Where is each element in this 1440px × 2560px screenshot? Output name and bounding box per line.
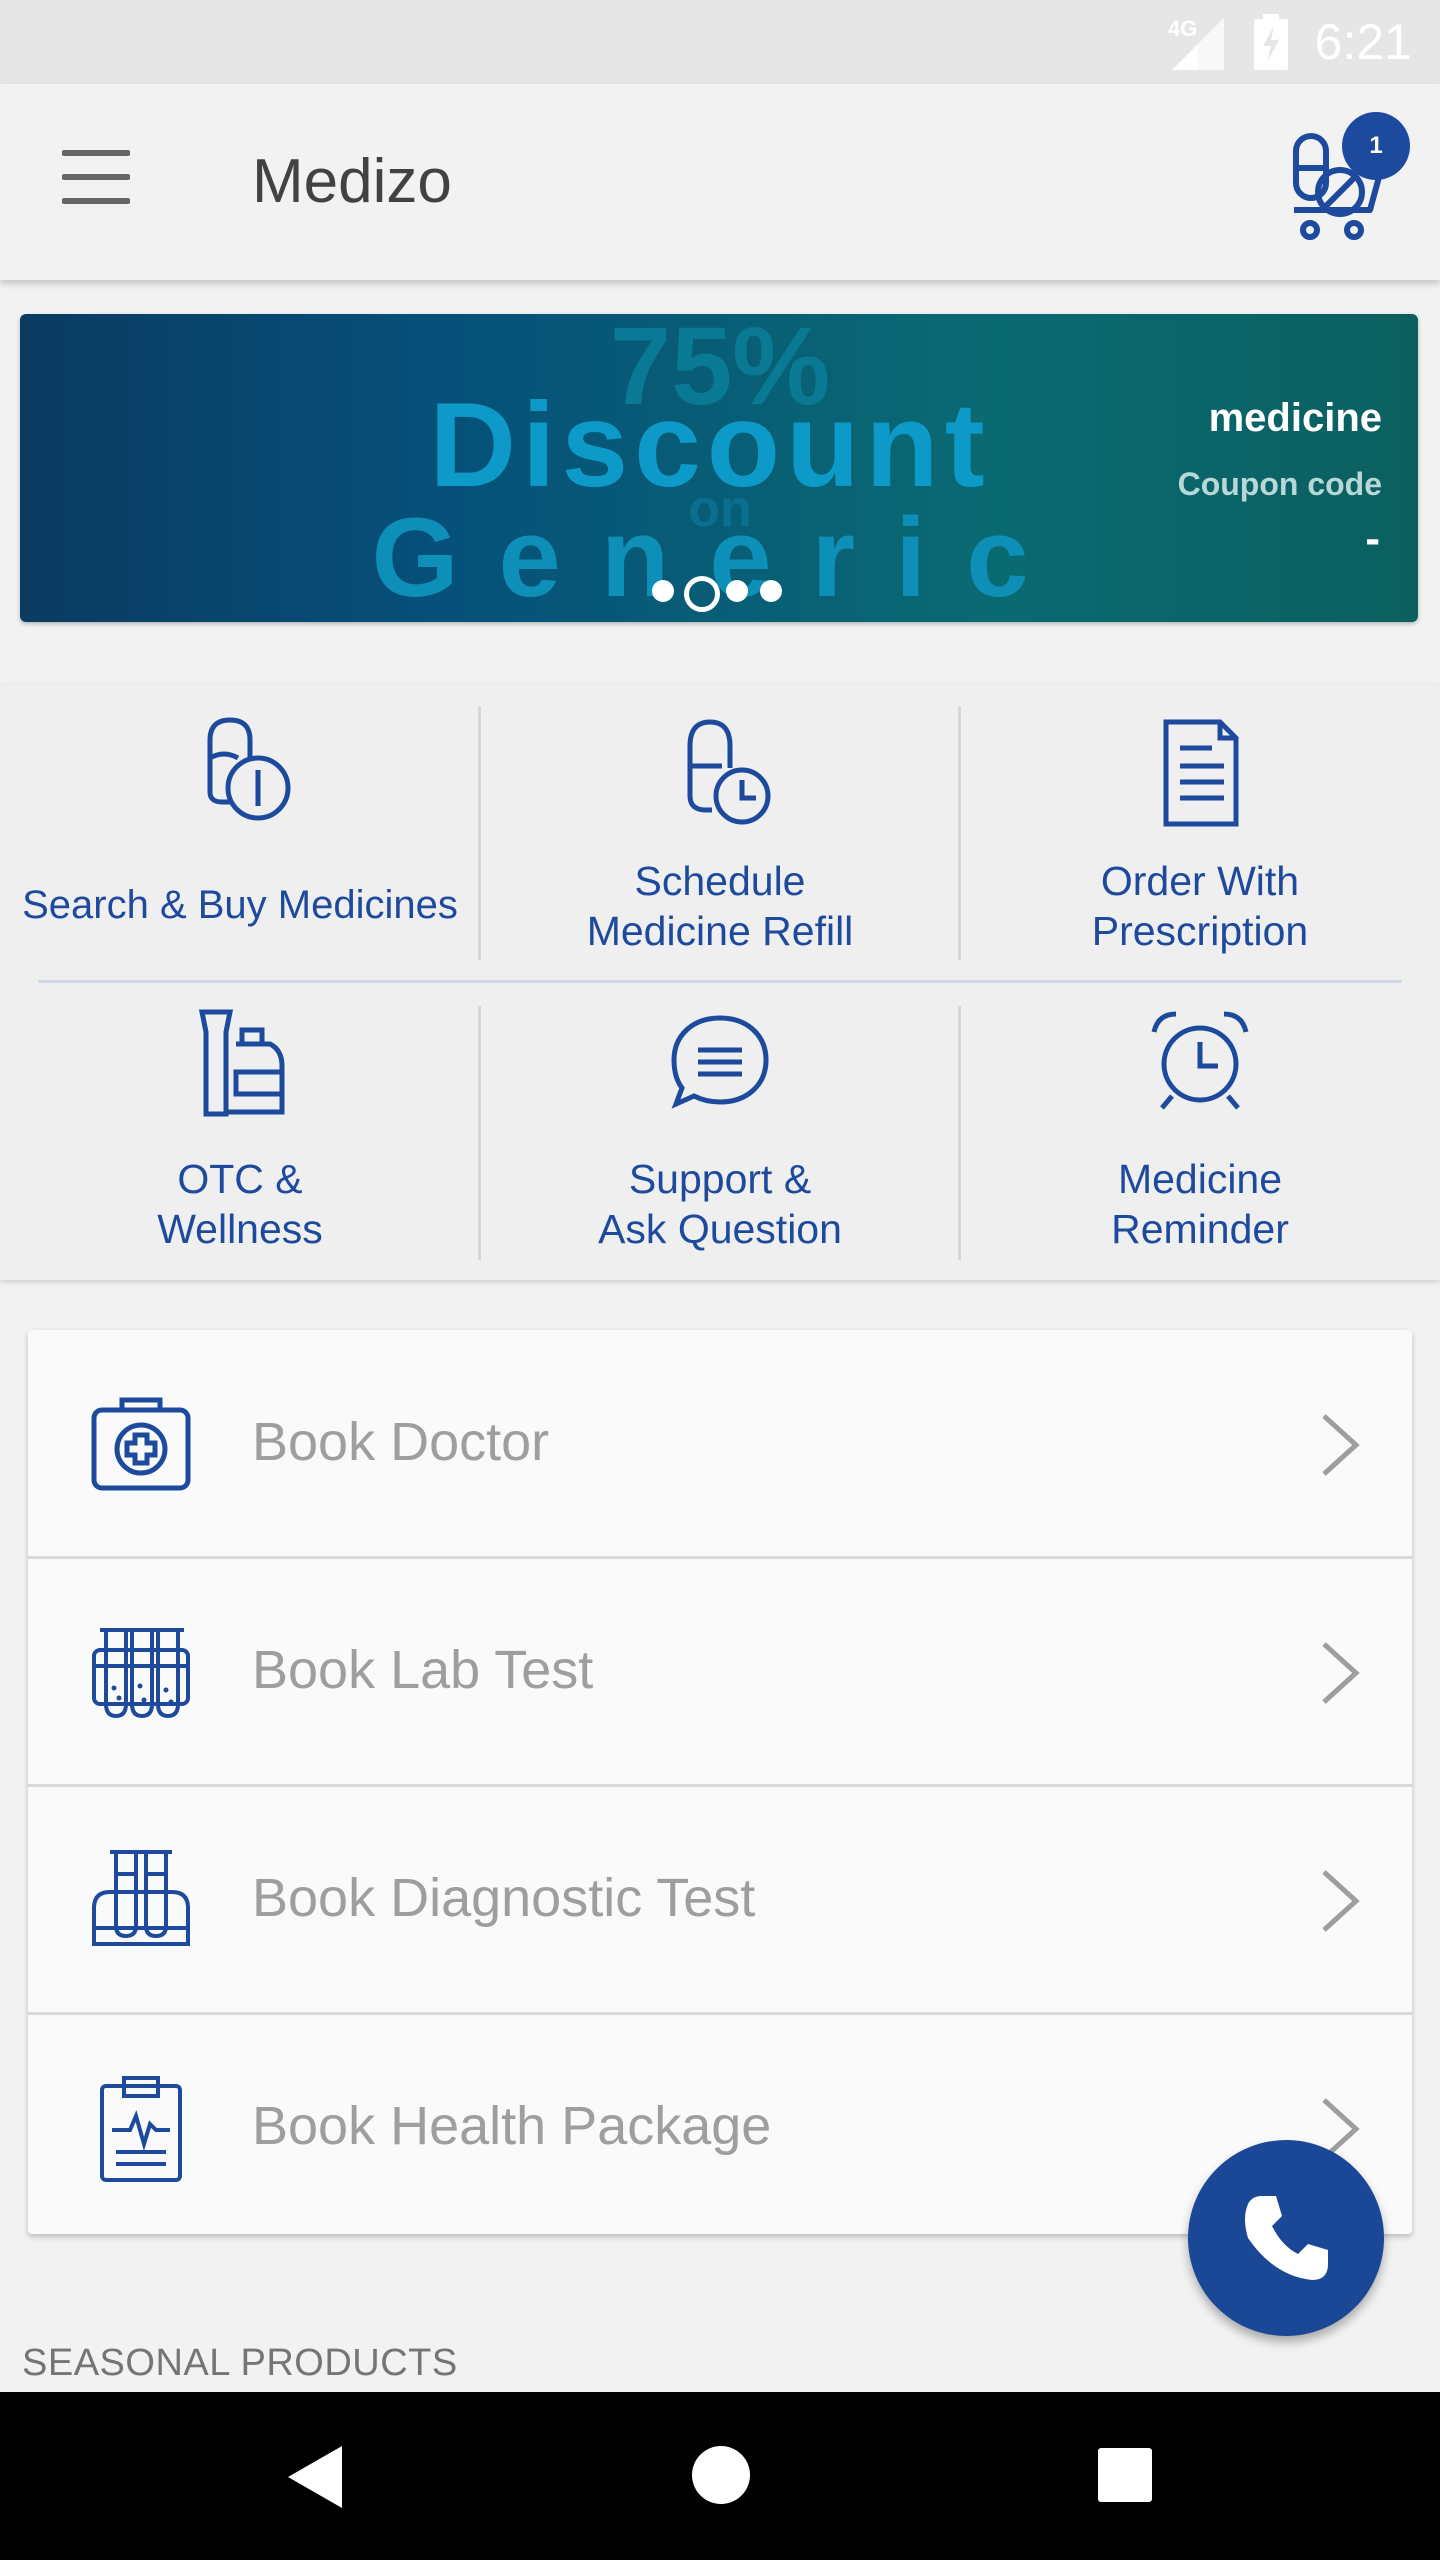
book-diagnostic-test-row[interactable]: Book Diagnostic Test (28, 1786, 1412, 2015)
banner-coupon-label: Coupon code (1177, 466, 1382, 502)
order-prescription-tile[interactable]: Order With Prescription (960, 684, 1440, 982)
chevron-right-icon (1322, 1414, 1360, 1476)
chat-bubble-icon (671, 1015, 769, 1109)
otc-wellness-label-2: Wellness (157, 1206, 323, 1252)
schedule-refill-label-1: Schedule (634, 858, 806, 904)
order-prescription-label-1: Order With (1100, 858, 1300, 904)
network-type: 4G (1168, 16, 1198, 41)
app-title: Medizo (252, 147, 452, 216)
home-icon[interactable] (692, 2446, 750, 2504)
medicine-reminder-label-2: Reminder (1111, 1206, 1289, 1252)
diagnostic-tubes-icon (92, 1850, 190, 1946)
book-diagnostic-test-label: Book Diagnostic Test (252, 1868, 756, 1928)
support-ask-question-label-1: Support & (628, 1156, 812, 1202)
chevron-right-icon (1322, 1870, 1360, 1932)
quick-actions-grid: Search & Buy Medicines Schedule Medicine… (0, 684, 1440, 1280)
test-tubes-icon (92, 1628, 190, 1719)
search-buy-medicines-label: Search & Buy Medicines (22, 883, 458, 927)
seasonal-products-heading: SEASONAL PRODUCTS (22, 2342, 458, 2384)
book-health-package-label: Book Health Package (252, 2096, 772, 2156)
back-icon[interactable] (284, 2444, 344, 2510)
book-doctor-label: Book Doctor (252, 1412, 550, 1472)
prescription-document-icon (1163, 719, 1239, 827)
carousel-dot[interactable] (726, 580, 748, 602)
banner-medicine-label: medicine (1208, 396, 1382, 440)
medical-kit-icon (91, 1397, 191, 1491)
book-lab-test-row[interactable]: Book Lab Test (28, 1558, 1412, 1787)
carousel-dot-active[interactable] (684, 576, 720, 612)
promo-banner[interactable]: 75% Discount on Generic medicine Coupon … (20, 314, 1418, 622)
schedule-refill-label-2: Medicine Refill (586, 908, 854, 954)
search-buy-medicines-tile[interactable]: Search & Buy Medicines (0, 684, 480, 982)
wellness-products-icon (198, 1009, 285, 1117)
clipboard-pulse-icon (100, 2076, 182, 2182)
book-lab-test-label: Book Lab Test (252, 1640, 594, 1700)
order-prescription-label-2: Prescription (1091, 908, 1309, 954)
medicine-reminder-tile[interactable]: Medicine Reminder (960, 982, 1440, 1280)
cart-count-badge: 1 (1342, 112, 1410, 180)
menu-icon[interactable] (62, 150, 134, 210)
chevron-right-icon (1322, 1642, 1360, 1704)
carousel-dot[interactable] (760, 580, 782, 602)
capsule-clock-icon (687, 719, 771, 825)
battery-charging-icon (1254, 14, 1288, 70)
recent-apps-icon[interactable] (1098, 2448, 1152, 2502)
carousel-dot[interactable] (652, 580, 674, 602)
system-navigation-bar (0, 2392, 1440, 2560)
otc-wellness-label-1: OTC & (177, 1156, 303, 1202)
schedule-refill-tile[interactable]: Schedule Medicine Refill (480, 684, 960, 982)
otc-wellness-tile[interactable]: OTC & Wellness (0, 982, 480, 1280)
medicine-reminder-label-1: Medicine (1117, 1156, 1283, 1202)
pills-icon (207, 717, 291, 821)
phone-icon (1245, 2196, 1328, 2280)
banner-headline-4: Generic (371, 495, 1068, 620)
app-toolbar: Medizo (0, 84, 1440, 280)
banner-coupon-code: - (1365, 514, 1380, 563)
status-bar: 4G 6:21 (0, 0, 1440, 84)
support-ask-question-tile[interactable]: Support & Ask Question (480, 982, 960, 1280)
booking-list: Book Doctor Book Lab Test Book Diagnosti… (28, 1330, 1412, 2234)
call-button[interactable] (1188, 2140, 1384, 2336)
alarm-clock-icon (1151, 1011, 1249, 1110)
support-ask-question-label-2: Ask Question (598, 1206, 842, 1252)
book-doctor-row[interactable]: Book Doctor (28, 1330, 1412, 1559)
clock: 6:21 (1314, 14, 1412, 70)
